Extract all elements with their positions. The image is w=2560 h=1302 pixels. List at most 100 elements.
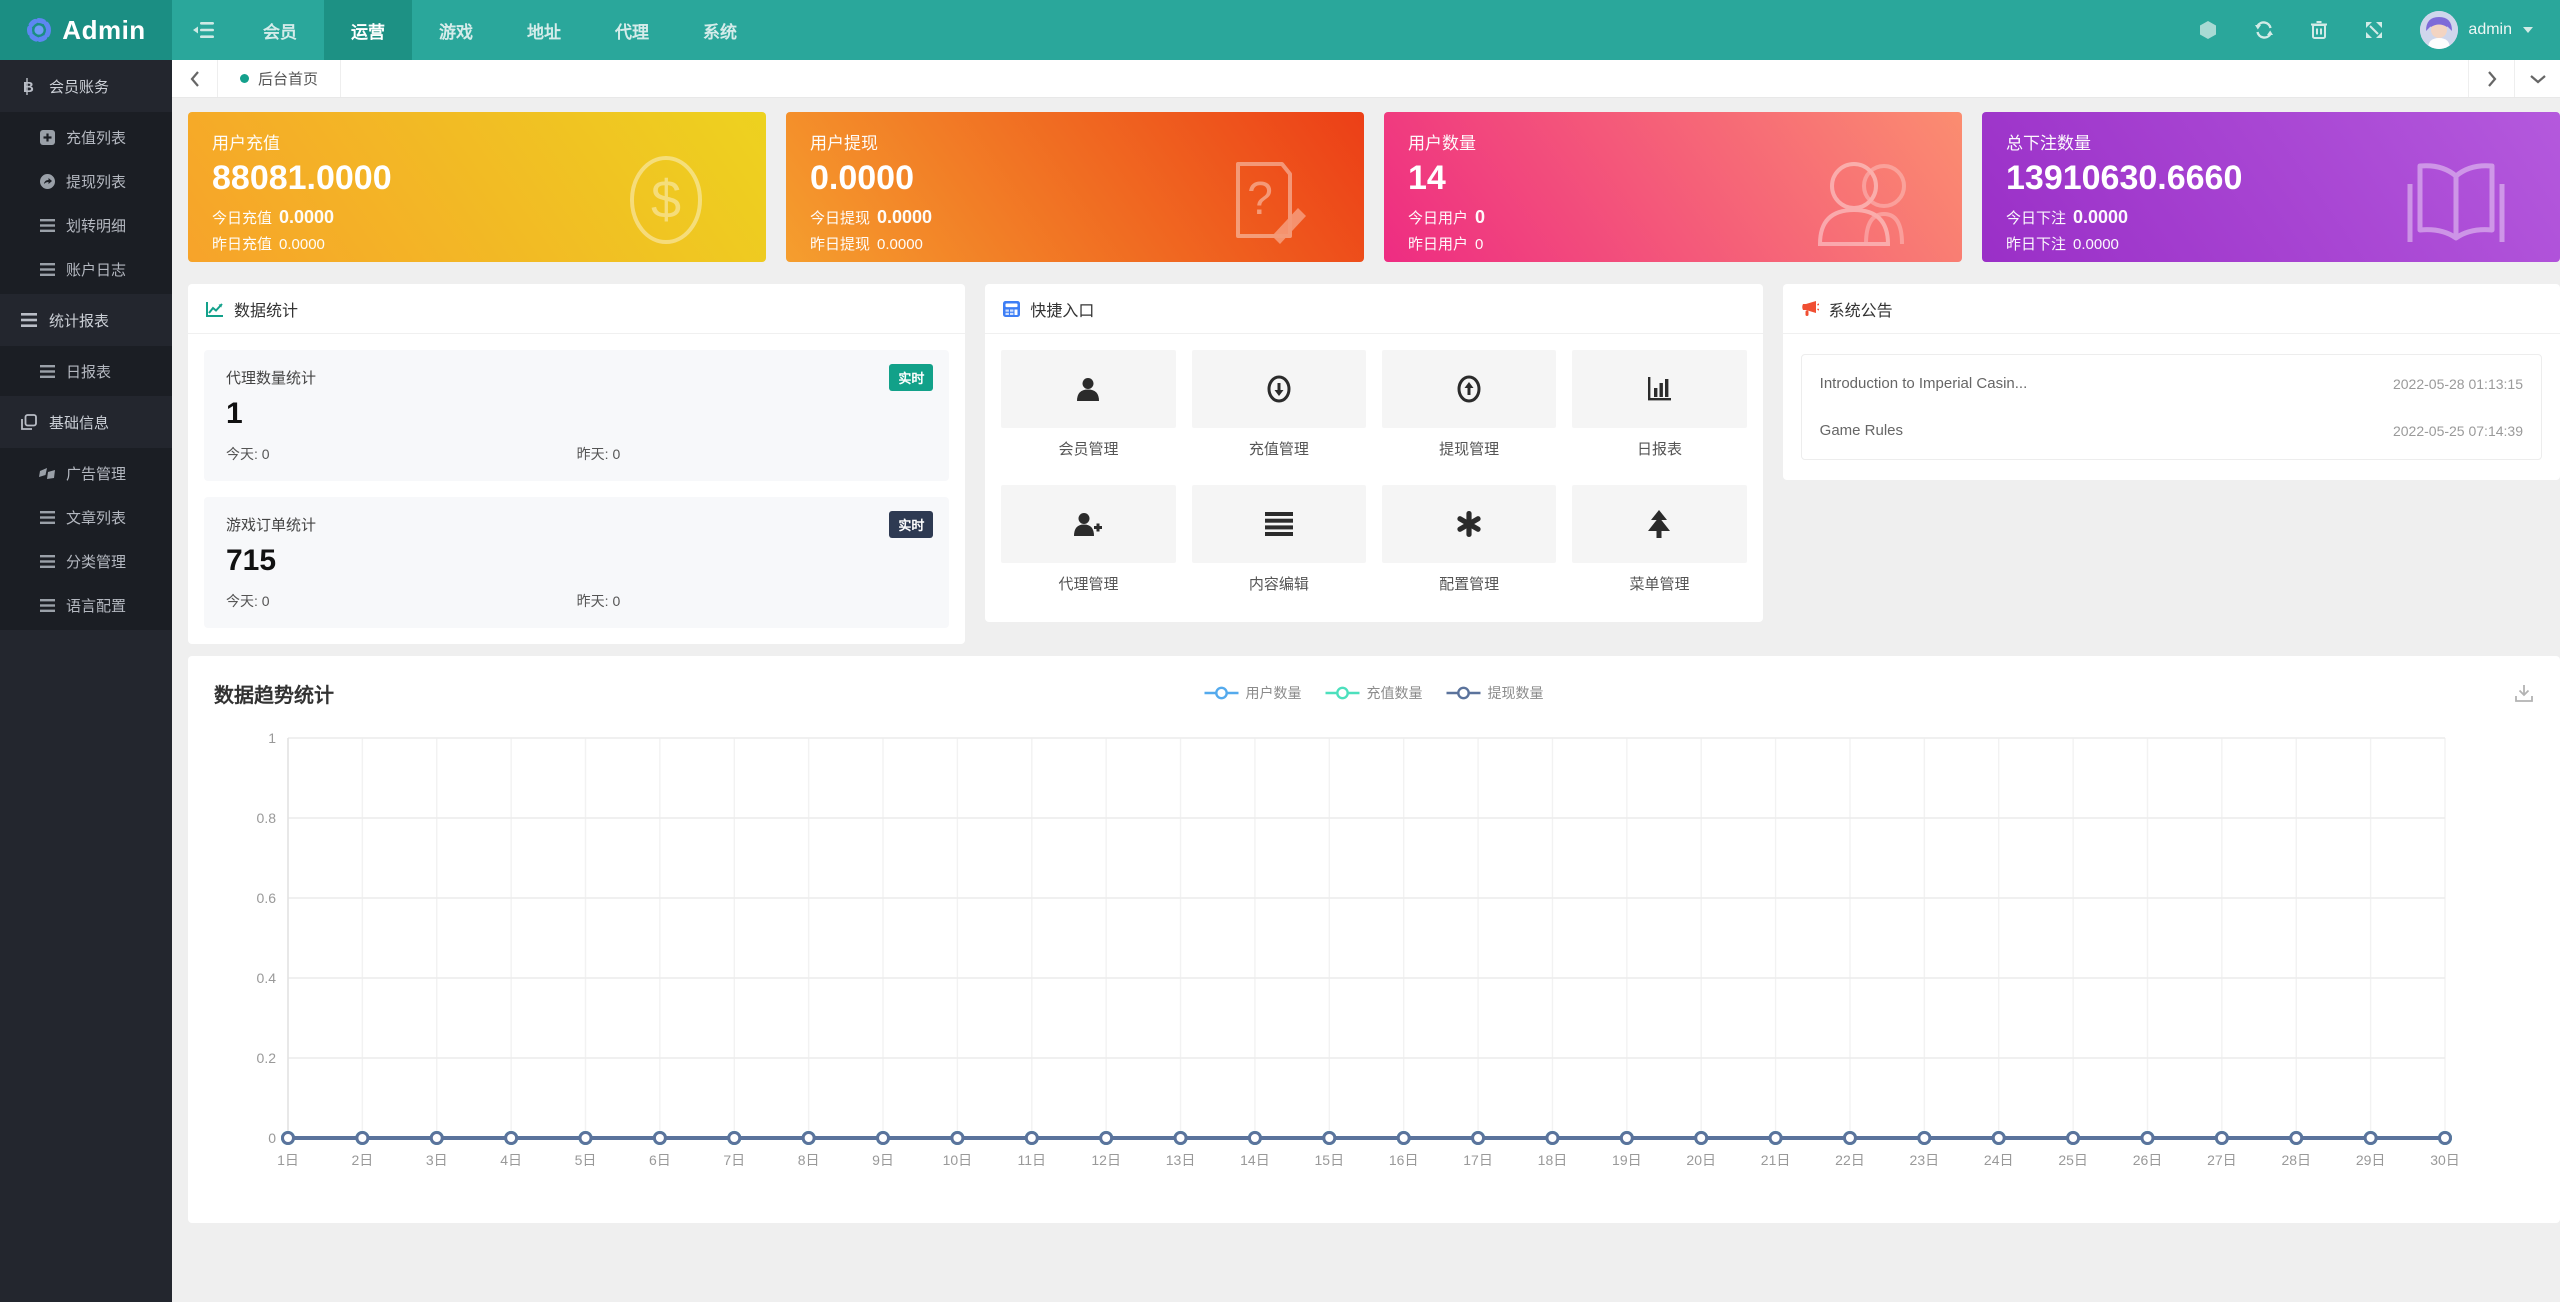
quick-item-daily-report[interactable]: 日报表 — [1572, 350, 1746, 471]
quick-item-menu-management[interactable]: 菜单管理 — [1572, 485, 1746, 606]
sidebar-group-statistics[interactable]: 统计报表 — [0, 294, 172, 346]
agent-count-card: 代理数量统计 实时 1 今天: 0 昨天: 0 — [204, 350, 949, 481]
sidebar-item-transfer-detail[interactable]: 划转明细 — [0, 203, 172, 247]
svg-text:5日: 5日 — [575, 1152, 597, 1168]
quick-item-recharge-management[interactable]: 充值管理 — [1192, 350, 1366, 471]
mini-card-value: 1 — [226, 397, 927, 431]
quick-item-config-management[interactable]: 配置管理 — [1382, 485, 1556, 606]
sidebar-group-label: 会员账务 — [49, 76, 109, 97]
sidebar-item-daily-report[interactable]: 日报表 — [0, 349, 172, 393]
quick-item-content-edit[interactable]: 内容编辑 — [1192, 485, 1366, 606]
stat-card-users[interactable]: 用户数量 14 今日用户0 昨日用户0 — [1384, 112, 1962, 262]
nav-item-game[interactable]: 游戏 — [412, 0, 500, 60]
sidebar-group-basic-info[interactable]: 基础信息 — [0, 396, 172, 448]
sidebar-item-label: 分类管理 — [66, 551, 126, 572]
announcements-body: Introduction to Imperial Casin... 2022-0… — [1783, 334, 2560, 480]
stat-title: 用户充值 — [212, 129, 742, 154]
svg-text:4日: 4日 — [500, 1152, 522, 1168]
svg-text:17日: 17日 — [1463, 1152, 1493, 1168]
data-stats-body: 代理数量统计 实时 1 今天: 0 昨天: 0 游戏订单统计 实时 715 — [188, 334, 965, 644]
list-icon — [38, 555, 56, 568]
main-area: 后台首页 用户充值 88081.0000 今日充值0.0000 昨日充值0.00… — [172, 0, 2560, 1223]
quick-item-agent-management[interactable]: 代理管理 — [1001, 485, 1175, 606]
svg-text:9日: 9日 — [872, 1152, 894, 1168]
menu-bars-icon — [1265, 512, 1293, 536]
sidebar-item-withdraw-list[interactable]: 提现列表 — [0, 159, 172, 203]
stat-card-recharge[interactable]: 用户充值 88081.0000 今日充值0.0000 昨日充值0.0000 $ — [188, 112, 766, 262]
legend-item-recharge[interactable]: 充值数量 — [1326, 683, 1423, 703]
sidebar-item-label: 广告管理 — [66, 463, 126, 484]
sidebar-collapse-icon[interactable] — [172, 0, 236, 60]
tab-dashboard[interactable]: 后台首页 — [218, 60, 341, 97]
user-plus-icon — [1073, 510, 1103, 538]
tabs-scroll-left-icon[interactable] — [172, 60, 218, 97]
refresh-icon[interactable] — [2254, 20, 2274, 40]
nav-item-operation[interactable]: 运营 — [324, 0, 412, 60]
tabs-scroll-right-icon[interactable] — [2468, 60, 2514, 97]
svg-text:13日: 13日 — [1166, 1152, 1196, 1168]
quick-item-label: 会员管理 — [1001, 438, 1175, 459]
nav-item-agent[interactable]: 代理 — [588, 0, 676, 60]
file-question-icon: ? — [1216, 152, 1312, 248]
user-icon — [1074, 375, 1102, 403]
ad-icon — [38, 467, 56, 480]
brand-title: Admin — [62, 15, 145, 46]
trend-chart-header: 数据趋势统计 用户数量 充值数量 — [188, 676, 2560, 710]
nav-item-system[interactable]: 系统 — [676, 0, 764, 60]
stat-today-value: 0 — [1475, 207, 1485, 227]
quick-item-withdraw-management[interactable]: 提现管理 — [1382, 350, 1556, 471]
fullscreen-icon[interactable] — [2364, 20, 2384, 40]
mini-card-today: 今天: 0 — [226, 444, 577, 464]
stat-today-value: 0.0000 — [877, 207, 932, 227]
sidebar-item-article-list[interactable]: 文章列表 — [0, 495, 172, 539]
avatar — [2420, 11, 2458, 49]
svg-text:$: $ — [651, 170, 681, 230]
circle-down-icon — [1265, 375, 1293, 403]
realtime-badge: 实时 — [889, 364, 933, 391]
app-logo[interactable]: Admin — [0, 0, 172, 60]
stat-yesterday-label: 昨日下注 — [2006, 236, 2066, 253]
tabs-menu-icon[interactable] — [2514, 60, 2560, 97]
nav-item-member[interactable]: 会员 — [236, 0, 324, 60]
stat-card-bets[interactable]: 总下注数量 13910630.6660 今日下注0.0000 昨日下注0.000… — [1982, 112, 2560, 262]
legend-item-withdraw[interactable]: 提现数量 — [1447, 683, 1544, 703]
sidebar-group-label: 统计报表 — [49, 310, 109, 331]
svg-text:21日: 21日 — [1761, 1152, 1791, 1168]
gear-icon — [26, 17, 52, 43]
legend-label: 提现数量 — [1488, 683, 1544, 703]
legend-item-users[interactable]: 用户数量 — [1205, 683, 1302, 703]
stat-yesterday-value: 0.0000 — [877, 236, 923, 253]
trend-chart-svg[interactable]: 00.20.40.60.811日2日3日4日5日6日7日8日9日10日11日12… — [188, 710, 2560, 1210]
user-menu[interactable]: admin — [2420, 11, 2534, 49]
quick-item-member-management[interactable]: 会员管理 — [1001, 350, 1175, 471]
sidebar-item-recharge-list[interactable]: 充值列表 — [0, 115, 172, 159]
stat-yesterday-label: 昨日用户 — [1408, 236, 1468, 253]
sidebar-item-ad-management[interactable]: 广告管理 — [0, 451, 172, 495]
list-icon — [38, 599, 56, 612]
nav-item-address[interactable]: 地址 — [500, 0, 588, 60]
list-icon — [38, 219, 56, 232]
calculator-icon — [1003, 301, 1020, 317]
chart-title: 数据趋势统计 — [214, 679, 334, 708]
sidebar-item-label: 日报表 — [66, 361, 111, 382]
sidebar-item-account-log[interactable]: 账户日志 — [0, 247, 172, 291]
svg-text:0.2: 0.2 — [257, 1050, 277, 1066]
username-label: admin — [2468, 21, 2512, 39]
list-icon — [38, 263, 56, 276]
svg-text:1日: 1日 — [277, 1152, 299, 1168]
svg-text:16日: 16日 — [1389, 1152, 1419, 1168]
announcement-item[interactable]: Introduction to Imperial Casin... 2022-0… — [1802, 360, 2541, 407]
list-icon — [38, 511, 56, 524]
trash-icon[interactable] — [2310, 20, 2328, 40]
hexagon-icon[interactable] — [2198, 20, 2218, 40]
chart-legend: 用户数量 充值数量 提现数量 — [1205, 683, 1544, 703]
stat-yesterday-value: 0.0000 — [279, 236, 325, 253]
download-icon[interactable] — [2514, 683, 2534, 703]
sidebar-group-member-account[interactable]: B 会员账务 — [0, 60, 172, 112]
sidebar-item-language-config[interactable]: 语言配置 — [0, 583, 172, 627]
stat-yesterday-label: 昨日提现 — [810, 236, 870, 253]
stat-card-withdraw[interactable]: 用户提现 0.0000 今日提现0.0000 昨日提现0.0000 ? — [786, 112, 1364, 262]
announcement-item[interactable]: Game Rules 2022-05-25 07:14:39 — [1802, 407, 2541, 454]
sidebar-item-category-management[interactable]: 分类管理 — [0, 539, 172, 583]
svg-text:2日: 2日 — [351, 1152, 373, 1168]
